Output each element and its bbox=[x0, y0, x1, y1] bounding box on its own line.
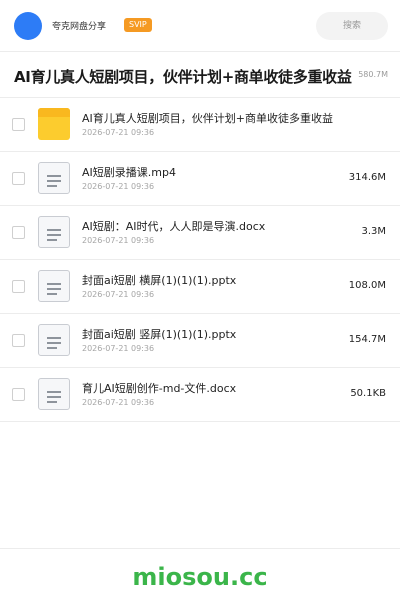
document-icon bbox=[38, 216, 70, 248]
file-size: 50.1KB bbox=[350, 388, 386, 399]
select-checkbox[interactable] bbox=[12, 172, 25, 185]
header-bar: 夸克网盘分享 SVIP 搜索 bbox=[0, 0, 400, 52]
footer-brand: miosou.cc bbox=[132, 563, 268, 591]
brand-label: 夸克网盘分享 bbox=[52, 22, 107, 32]
file-date: 2026-07-21 09:36 bbox=[82, 182, 155, 191]
select-checkbox[interactable] bbox=[12, 388, 25, 401]
list-item[interactable]: 封面ai短剧 竖屏(1)(1)(1).pptx 2026-07-21 09:36… bbox=[0, 314, 400, 368]
file-date: 2026-07-21 09:36 bbox=[82, 236, 155, 245]
document-icon bbox=[38, 270, 70, 302]
list-item[interactable]: 育儿AI短剧创作-md-文件.docx 2026-07-21 09:36 50.… bbox=[0, 368, 400, 422]
file-date: 2026-07-21 09:36 bbox=[82, 128, 155, 137]
file-size: 314.6M bbox=[348, 172, 386, 183]
file-size: 108.0M bbox=[348, 280, 386, 291]
file-name: 封面ai短剧 竖屏(1)(1)(1).pptx bbox=[82, 328, 237, 341]
list-item[interactable]: AI短剧：AI时代，人人即是导演.docx 2026-07-21 09:36 3… bbox=[0, 206, 400, 260]
total-size: 580.7M bbox=[358, 70, 388, 79]
document-icon bbox=[38, 162, 70, 194]
folder-icon bbox=[38, 108, 70, 140]
file-name: 育儿AI短剧创作-md-文件.docx bbox=[82, 382, 237, 395]
document-icon bbox=[38, 378, 70, 410]
select-checkbox[interactable] bbox=[12, 280, 25, 293]
svip-badge: SVIP bbox=[124, 18, 152, 32]
file-name: AI育儿真人短剧项目，伙伴计划+商单收徒多重收益 bbox=[82, 112, 333, 125]
search-button[interactable]: 搜索 bbox=[316, 12, 388, 40]
page-title: AI育儿真人短剧项目，伙伴计划+商单收徒多重收益 bbox=[14, 68, 352, 86]
list-item[interactable]: AI短剧录播课.mp4 2026-07-21 09:36 314.6M bbox=[0, 152, 400, 206]
share-title-row: AI育儿真人短剧项目，伙伴计划+商单收徒多重收益 580.7M bbox=[0, 52, 400, 98]
file-name: 封面ai短剧 横屏(1)(1)(1).pptx bbox=[82, 274, 237, 287]
file-date: 2026-07-21 09:36 bbox=[82, 344, 155, 353]
file-size: 154.7M bbox=[348, 334, 386, 345]
file-size: 3.3M bbox=[361, 226, 386, 237]
list-item[interactable]: 封面ai短剧 横屏(1)(1)(1).pptx 2026-07-21 09:36… bbox=[0, 260, 400, 314]
list-item[interactable]: AI育儿真人短剧项目，伙伴计划+商单收徒多重收益 2026-07-21 09:3… bbox=[0, 98, 400, 152]
avatar[interactable] bbox=[14, 12, 42, 40]
select-checkbox[interactable] bbox=[12, 226, 25, 239]
select-checkbox[interactable] bbox=[12, 334, 25, 347]
file-name: AI短剧录播课.mp4 bbox=[82, 166, 176, 179]
file-name: AI短剧：AI时代，人人即是导演.docx bbox=[82, 220, 266, 233]
footer-bar: miosou.cc bbox=[0, 548, 400, 600]
file-date: 2026-07-21 09:36 bbox=[82, 290, 155, 299]
select-checkbox[interactable] bbox=[12, 118, 25, 131]
file-date: 2026-07-21 09:36 bbox=[82, 398, 155, 407]
document-icon bbox=[38, 324, 70, 356]
